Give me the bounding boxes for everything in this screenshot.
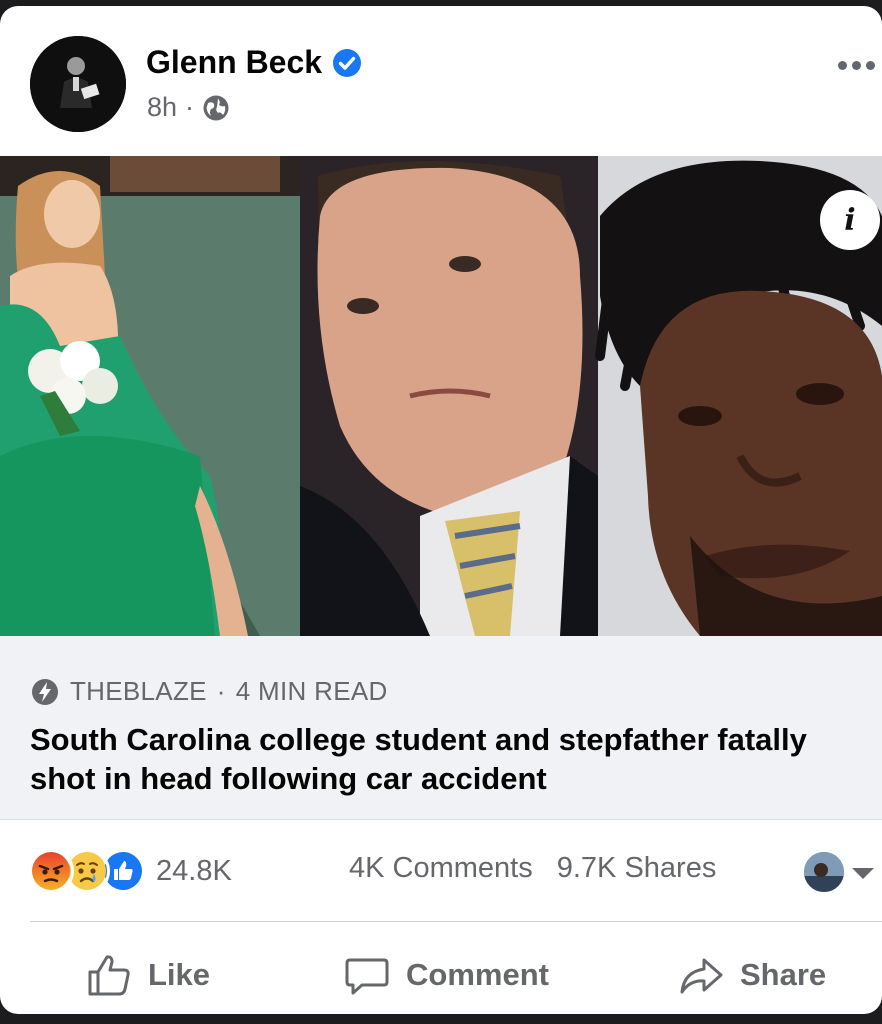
engagement-counts: 4K Comments 9.7K Shares [349,852,716,885]
like-button[interactable]: Like [86,936,210,1014]
meta-separator: · [185,92,195,122]
globe-icon[interactable] [202,94,230,122]
verified-badge-icon [332,48,362,78]
comment-label: Comment [406,957,549,992]
comment-button[interactable]: Comment [344,936,549,1014]
link-source: THEBLAZE [70,676,207,706]
read-time: 4 MIN READ [235,676,388,706]
link-preview-image[interactable]: i [0,156,882,636]
more-options-icon[interactable] [838,50,882,80]
link-preview[interactable]: THEBLAZE · 4 MIN READ South Carolina col… [0,636,882,820]
dot [838,60,847,70]
share-count[interactable]: 9.7K Shares [557,852,717,885]
share-arrow-icon [678,952,724,998]
lightning-bolt-icon [30,677,60,707]
viewer-avatar[interactable] [804,852,844,892]
share-label: Share [740,957,827,992]
author-line: Glenn Beck [146,44,362,81]
thumbs-up-icon [86,952,132,998]
comment-bubble-icon [344,952,390,998]
link-source-line: THEBLAZE · 4 MIN READ [30,676,388,707]
author-avatar[interactable] [30,36,126,132]
dot [852,60,861,70]
photo-man-in-suit [300,156,598,636]
post-time[interactable]: 8h [147,92,177,123]
angry-reaction-icon [28,848,74,894]
like-label: Like [148,957,211,992]
chevron-down-icon[interactable] [852,868,874,879]
link-headline[interactable]: South Carolina college student and stepf… [30,720,850,798]
source-separator: · [216,676,226,706]
share-button[interactable]: Share [678,936,826,1014]
post-meta: 8h · [147,92,230,123]
dot [866,60,875,70]
post-card: Glenn Beck 8h · i THEBLAZE · 4 MIN READ … [0,6,882,1014]
photo-woman-green-dress [0,156,300,636]
reaction-count[interactable]: 24.8K [156,855,232,888]
info-icon[interactable]: i [820,190,880,250]
divider [30,921,882,922]
action-bar: Like Comment Share [0,936,882,1014]
reaction-summary[interactable]: 24.8K [28,846,232,896]
author-name[interactable]: Glenn Beck [146,44,322,81]
comment-count[interactable]: 4K Comments [349,852,533,885]
